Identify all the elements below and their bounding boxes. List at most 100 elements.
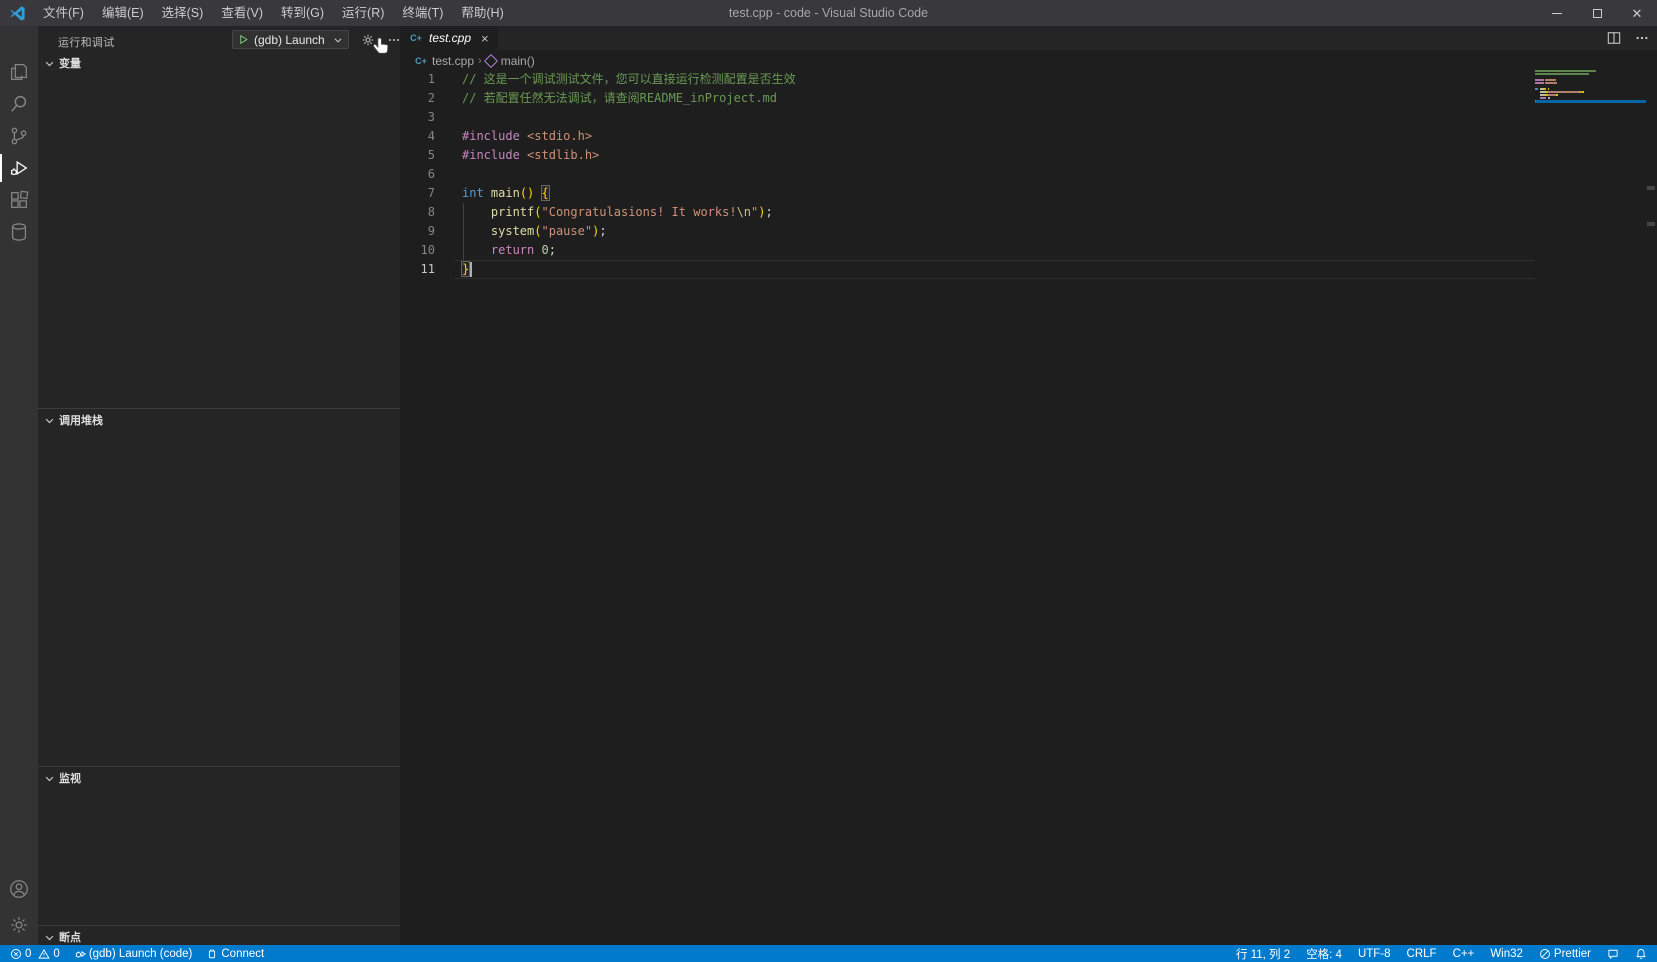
- launch-config-dropdown[interactable]: (gdb) Launch: [232, 30, 349, 49]
- tab-close-icon[interactable]: ×: [481, 31, 489, 46]
- feedback-button[interactable]: [1607, 948, 1619, 960]
- title-bar: 文件(F) 编辑(E) 选择(S) 查看(V) 转到(G) 运行(R) 终端(T…: [0, 0, 1657, 26]
- split-editor-button[interactable]: [1607, 31, 1621, 45]
- chevron-down-icon: [44, 932, 55, 943]
- menu-help[interactable]: 帮助(H): [452, 0, 512, 26]
- section-call-stack[interactable]: 调用堆栈: [38, 409, 400, 431]
- more-actions-button[interactable]: [1635, 31, 1649, 45]
- sidebar-item-search[interactable]: [0, 88, 38, 120]
- warning-icon: [38, 948, 50, 960]
- maximize-button[interactable]: [1577, 0, 1617, 26]
- cursor-position-label: 行 11, 列 2: [1236, 946, 1290, 962]
- breadcrumb-file-label: test.cpp: [432, 54, 474, 68]
- section-watch-label: 监视: [59, 770, 81, 786]
- cpp-file-icon: C+: [414, 54, 428, 68]
- debug-config-label: (gdb) Launch (code): [89, 948, 193, 960]
- code-line[interactable]: // 这是一个调试测试文件，您可以直接运行检测配置是否生效: [455, 70, 1535, 89]
- connect-button[interactable]: Connect: [206, 948, 264, 960]
- sidebar-item-database[interactable]: [0, 216, 38, 248]
- minimap[interactable]: [1535, 70, 1646, 930]
- overview-ruler-mark: [1647, 186, 1655, 190]
- cursor-position-indicator[interactable]: 行 11, 列 2: [1236, 946, 1290, 962]
- menu-file[interactable]: 文件(F): [34, 0, 93, 26]
- code-line[interactable]: // 若配置任然无法调试，请查阅README_inProject.md: [455, 89, 1535, 108]
- error-count: 0: [25, 948, 31, 960]
- formatter-indicator[interactable]: Prettier: [1539, 948, 1591, 960]
- line-number: 8: [400, 203, 435, 222]
- sidebar-item-extensions[interactable]: [0, 184, 38, 216]
- menu-go[interactable]: 转到(G): [272, 0, 333, 26]
- debug-more-actions-button[interactable]: [387, 33, 401, 47]
- extensions-icon: [8, 189, 30, 211]
- code-line[interactable]: [455, 165, 1535, 184]
- sidebar-item-explorer[interactable]: [0, 56, 38, 88]
- problems-indicator[interactable]: 0 0: [10, 948, 60, 960]
- eol-indicator[interactable]: CRLF: [1407, 948, 1437, 960]
- code-line[interactable]: }: [455, 260, 1535, 279]
- vscode-logo-icon: [9, 5, 26, 22]
- sidebar-item-run-and-debug[interactable]: [0, 152, 38, 184]
- connect-label: Connect: [221, 948, 264, 960]
- editor-scrollbar[interactable]: [1646, 70, 1657, 930]
- sidebar-item-source-control[interactable]: [0, 120, 38, 152]
- account-icon: [8, 878, 30, 900]
- section-variables[interactable]: 变量: [38, 52, 400, 74]
- menu-selection[interactable]: 选择(S): [153, 0, 213, 26]
- close-button[interactable]: ✕: [1617, 0, 1657, 26]
- notifications-button[interactable]: [1635, 948, 1647, 960]
- code-line[interactable]: printf("Congratulasions! It works!\n");: [455, 203, 1535, 222]
- editor-group: C+ test.cpp × C+ test.cpp › main() 12345…: [400, 26, 1657, 945]
- code-area[interactable]: // 这是一个调试测试文件，您可以直接运行检测配置是否生效// 若配置任然无法调…: [455, 70, 1535, 279]
- code-line[interactable]: system("pause");: [455, 222, 1535, 241]
- ellipsis-icon: [387, 33, 401, 47]
- section-breakpoints-label: 断点: [59, 929, 81, 945]
- search-icon: [8, 93, 30, 115]
- symbol-method-icon: [484, 54, 498, 68]
- line-number: 5: [400, 146, 435, 165]
- tab-label: test.cpp: [429, 31, 471, 45]
- line-number: 1: [400, 70, 435, 89]
- code-line[interactable]: return 0;: [455, 241, 1535, 260]
- debug-start-icon[interactable]: [238, 34, 249, 45]
- line-number: 10: [400, 241, 435, 260]
- activity-bar: [0, 26, 38, 945]
- cpp-file-icon: C+: [409, 31, 423, 45]
- breadcrumb-separator: ›: [478, 55, 482, 67]
- status-bar: 0 0 (gdb) Launch (code) Connect 行 11, 列 …: [0, 945, 1657, 962]
- menu-edit[interactable]: 编辑(E): [93, 0, 153, 26]
- source-control-icon: [8, 125, 30, 147]
- platform-indicator[interactable]: Win32: [1490, 948, 1523, 960]
- debug-config-indicator[interactable]: (gdb) Launch (code): [74, 948, 193, 960]
- debug-sidebar: 运行和调试 (gdb) Launch 变量 调用堆栈: [38, 26, 400, 945]
- breadcrumb-symbol[interactable]: main(): [486, 54, 535, 68]
- code-line[interactable]: int main() {: [455, 184, 1535, 203]
- code-line[interactable]: #include <stdlib.h>: [455, 146, 1535, 165]
- settings-button[interactable]: [0, 909, 38, 941]
- line-number: 2: [400, 89, 435, 108]
- minimize-icon: [1552, 13, 1562, 14]
- language-indicator[interactable]: C++: [1453, 948, 1475, 960]
- account-button[interactable]: [0, 873, 38, 905]
- section-call-stack-label: 调用堆栈: [59, 412, 103, 428]
- encoding-indicator[interactable]: UTF-8: [1358, 948, 1391, 960]
- maximize-icon: [1593, 9, 1602, 18]
- tab-test-cpp[interactable]: C+ test.cpp ×: [400, 26, 498, 50]
- code-line[interactable]: [455, 108, 1535, 127]
- menu-terminal[interactable]: 终端(T): [393, 0, 452, 26]
- bell-icon: [1635, 948, 1647, 960]
- line-number: 4: [400, 127, 435, 146]
- menu-run[interactable]: 运行(R): [333, 0, 393, 26]
- minimap-content: [1535, 70, 1646, 102]
- launch-config-label: (gdb) Launch: [254, 33, 325, 47]
- indentation-indicator[interactable]: 空格: 4: [1306, 946, 1342, 962]
- code-line[interactable]: #include <stdio.h>: [455, 127, 1535, 146]
- breadcrumb-file[interactable]: C+ test.cpp: [414, 54, 474, 68]
- line-number: 11: [400, 260, 435, 279]
- line-number: 9: [400, 222, 435, 241]
- chevron-down-icon: [44, 58, 55, 69]
- menu-view[interactable]: 查看(V): [212, 0, 272, 26]
- section-watch[interactable]: 监视: [38, 767, 400, 789]
- minimize-button[interactable]: [1537, 0, 1577, 26]
- chevron-down-icon: [44, 773, 55, 784]
- debug-settings-button[interactable]: [361, 33, 375, 47]
